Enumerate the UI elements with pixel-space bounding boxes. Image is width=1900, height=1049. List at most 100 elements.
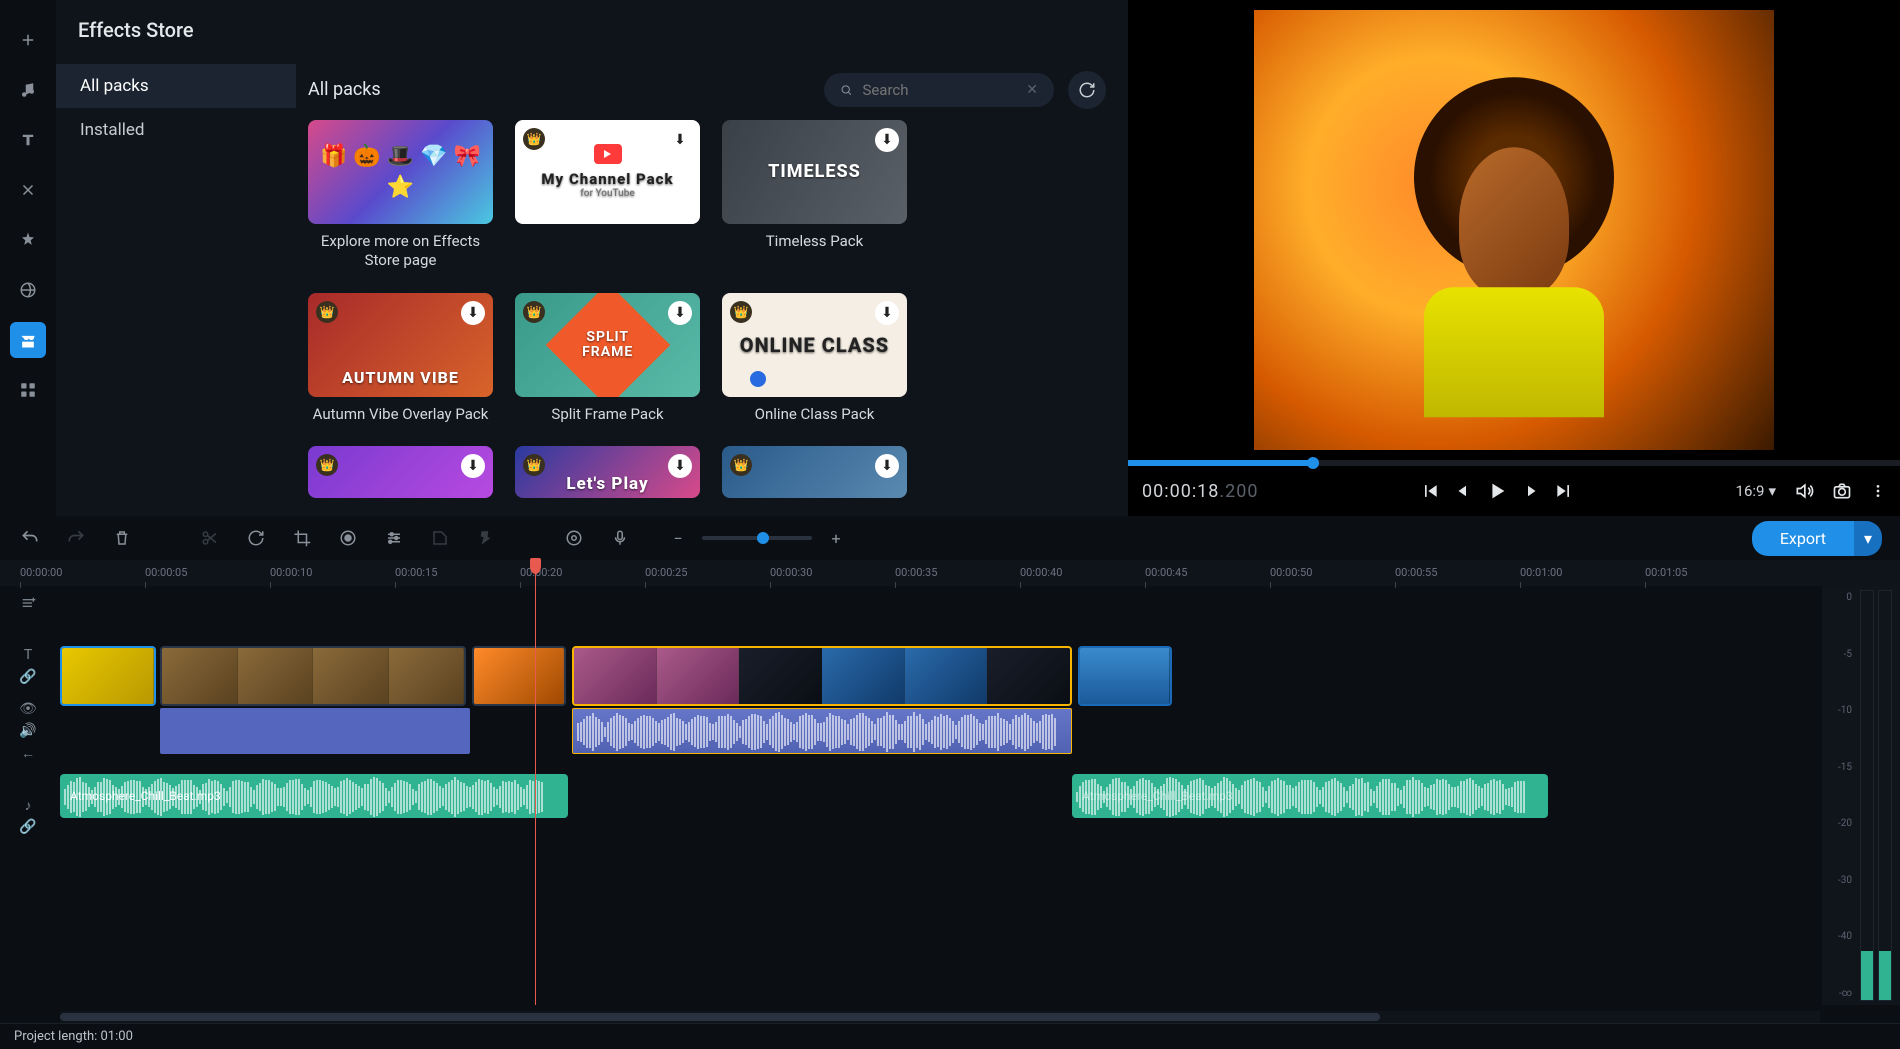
rotate-button[interactable]	[244, 526, 268, 550]
clear-search-icon[interactable]: ✕	[1026, 82, 1038, 98]
time-ruler[interactable]: 00:00:0000:00:0500:00:1000:00:1500:00:20…	[0, 560, 1900, 586]
search-box[interactable]: ✕	[824, 73, 1054, 107]
play-button[interactable]	[1486, 480, 1508, 502]
download-icon[interactable]: ⬇	[668, 128, 692, 152]
library-category-nav: All packs Installed	[56, 60, 296, 516]
music-track-icon[interactable]: ♪	[19, 796, 37, 814]
pack-lets-play[interactable]: 👑 ⬇ Let's Play	[515, 446, 700, 498]
video-clip[interactable]	[1078, 646, 1172, 706]
audio-icon[interactable]	[10, 72, 46, 108]
go-end-button[interactable]	[1554, 480, 1574, 502]
pack-split-frame[interactable]: 👑 ⬇ SPLIT FRAME Split Frame Pack	[515, 293, 700, 425]
preview-menu-button[interactable]	[1870, 483, 1886, 499]
titles-icon[interactable]	[10, 122, 46, 158]
pack-timeless[interactable]: ⬇ TIMELESS Timeless Pack	[722, 120, 907, 271]
transitions-icon[interactable]	[10, 172, 46, 208]
tool-sidebar	[0, 0, 56, 516]
content-header-title: All packs	[308, 79, 381, 100]
microphone-button[interactable]	[608, 526, 632, 550]
split-button[interactable]	[198, 526, 222, 550]
redo-button[interactable]	[64, 526, 88, 550]
zoom-in-button[interactable]: +	[824, 526, 848, 550]
export-button[interactable]: Export	[1752, 521, 1854, 556]
ruler-tick: 00:00:00	[20, 566, 62, 579]
packs-grid: 🎁🎃🎩 💎🎀⭐ Explore more on Effects Store pa…	[308, 120, 1106, 516]
pack-label: Autumn Vibe Overlay Pack	[313, 405, 489, 425]
import-icon[interactable]	[10, 22, 46, 58]
go-start-button[interactable]	[1420, 480, 1440, 502]
status-bar: Project length: 01:00	[0, 1023, 1900, 1049]
video-clip-selected[interactable]	[572, 646, 1072, 706]
back-icon[interactable]: ←	[19, 744, 37, 762]
refresh-button[interactable]	[1068, 71, 1106, 109]
preview-scrubber[interactable]	[1128, 460, 1900, 466]
tracks-area[interactable]: T 🔗 👁 🔊 ← ♪ 🔗	[0, 586, 1900, 1023]
ruler-tick: 00:00:30	[770, 566, 812, 579]
meter-scale-label: -5	[1826, 649, 1852, 660]
title-track-icon[interactable]: T	[19, 646, 37, 664]
timeline-h-scrollbar[interactable]	[60, 1011, 1820, 1023]
clip-properties-button[interactable]	[382, 526, 406, 550]
video-clip[interactable]	[160, 646, 466, 706]
next-frame-button[interactable]	[1522, 480, 1540, 502]
add-track-icon[interactable]	[19, 594, 37, 612]
volume-button[interactable]	[1794, 481, 1814, 501]
linked-audio-clip-selected[interactable]	[572, 708, 1072, 754]
ruler-tick: 00:00:25	[645, 566, 687, 579]
video-clip[interactable]	[60, 646, 156, 706]
zoom-out-button[interactable]: −	[666, 526, 690, 550]
download-icon[interactable]: ⬇	[875, 454, 899, 478]
zoom-slider[interactable]	[702, 536, 812, 540]
download-icon[interactable]: ⬇	[875, 301, 899, 325]
effects-store-icon[interactable]	[10, 322, 46, 358]
download-icon[interactable]: ⬇	[461, 301, 485, 325]
linked-audio-clip[interactable]	[160, 708, 470, 754]
premium-icon: 👑	[730, 454, 752, 476]
elements-icon[interactable]	[10, 272, 46, 308]
pack-explore[interactable]: 🎁🎃🎩 💎🎀⭐ Explore more on Effects Store pa…	[308, 120, 493, 271]
undo-button[interactable]	[18, 526, 42, 550]
download-icon[interactable]: ⬇	[875, 128, 899, 152]
library-title: Effects Store	[56, 0, 1128, 60]
effects-icon[interactable]	[10, 222, 46, 258]
ruler-tick: 00:00:50	[1270, 566, 1312, 579]
pack-my-channel[interactable]: 👑 ⬇ My Channel Pack for YouTube	[515, 120, 700, 271]
ruler-tick: 00:01:00	[1520, 566, 1562, 579]
prev-frame-button[interactable]	[1454, 480, 1472, 502]
snapshot-button[interactable]	[1832, 481, 1852, 501]
premium-icon: 👑	[316, 454, 338, 476]
download-icon[interactable]: ⬇	[461, 454, 485, 478]
aspect-ratio-selector[interactable]: 16:9 ▾	[1736, 482, 1776, 500]
meter-scale-label: -15	[1826, 762, 1852, 773]
record-button[interactable]	[336, 526, 360, 550]
color-adjust-button[interactable]	[428, 526, 452, 550]
nav-installed[interactable]: Installed	[56, 108, 296, 152]
video-clip[interactable]	[472, 646, 566, 706]
pack-autumn-vibe[interactable]: 👑 ⬇ AUTUMN VIBE Autumn Vibe Overlay Pack	[308, 293, 493, 425]
pack-extra[interactable]: 👑 ⬇	[722, 446, 907, 498]
premium-icon: 👑	[316, 301, 338, 323]
audio-link-icon[interactable]: 🔗	[19, 818, 37, 836]
preview-panel: 00:00:18.200 16:9 ▾	[1128, 0, 1900, 516]
preview-viewport[interactable]	[1128, 0, 1900, 460]
audio-clip[interactable]: Atmosphere_Chill_Beat.mp3	[60, 774, 568, 818]
speaker-icon[interactable]: 🔊	[19, 722, 37, 740]
eye-icon[interactable]: 👁	[19, 700, 37, 718]
marker-button[interactable]	[474, 526, 498, 550]
audio-track[interactable]: Atmosphere_Chill_Beat.mp3 Atmosphere_Chi…	[60, 774, 1900, 818]
link-track-icon[interactable]: 🔗	[19, 668, 37, 686]
download-icon[interactable]: ⬇	[668, 454, 692, 478]
pack-online-class[interactable]: 👑 ⬇ ONLINE CLASS Online Class Pack	[722, 293, 907, 425]
download-icon[interactable]: ⬇	[668, 301, 692, 325]
record-voice-button[interactable]	[562, 526, 586, 550]
playhead-time: 00:00:18.200	[1142, 481, 1259, 502]
search-input[interactable]	[862, 81, 1016, 99]
video-track[interactable]	[60, 646, 1900, 706]
delete-button[interactable]	[110, 526, 134, 550]
export-dropdown-button[interactable]: ▾	[1854, 521, 1882, 556]
pack-fluffy[interactable]: 👑 ⬇	[308, 446, 493, 498]
crop-button[interactable]	[290, 526, 314, 550]
more-tools-icon[interactable]	[10, 372, 46, 408]
audio-clip[interactable]: Atmosphere_Chill_Beat.mp3	[1072, 774, 1548, 818]
nav-all-packs[interactable]: All packs	[56, 64, 296, 108]
